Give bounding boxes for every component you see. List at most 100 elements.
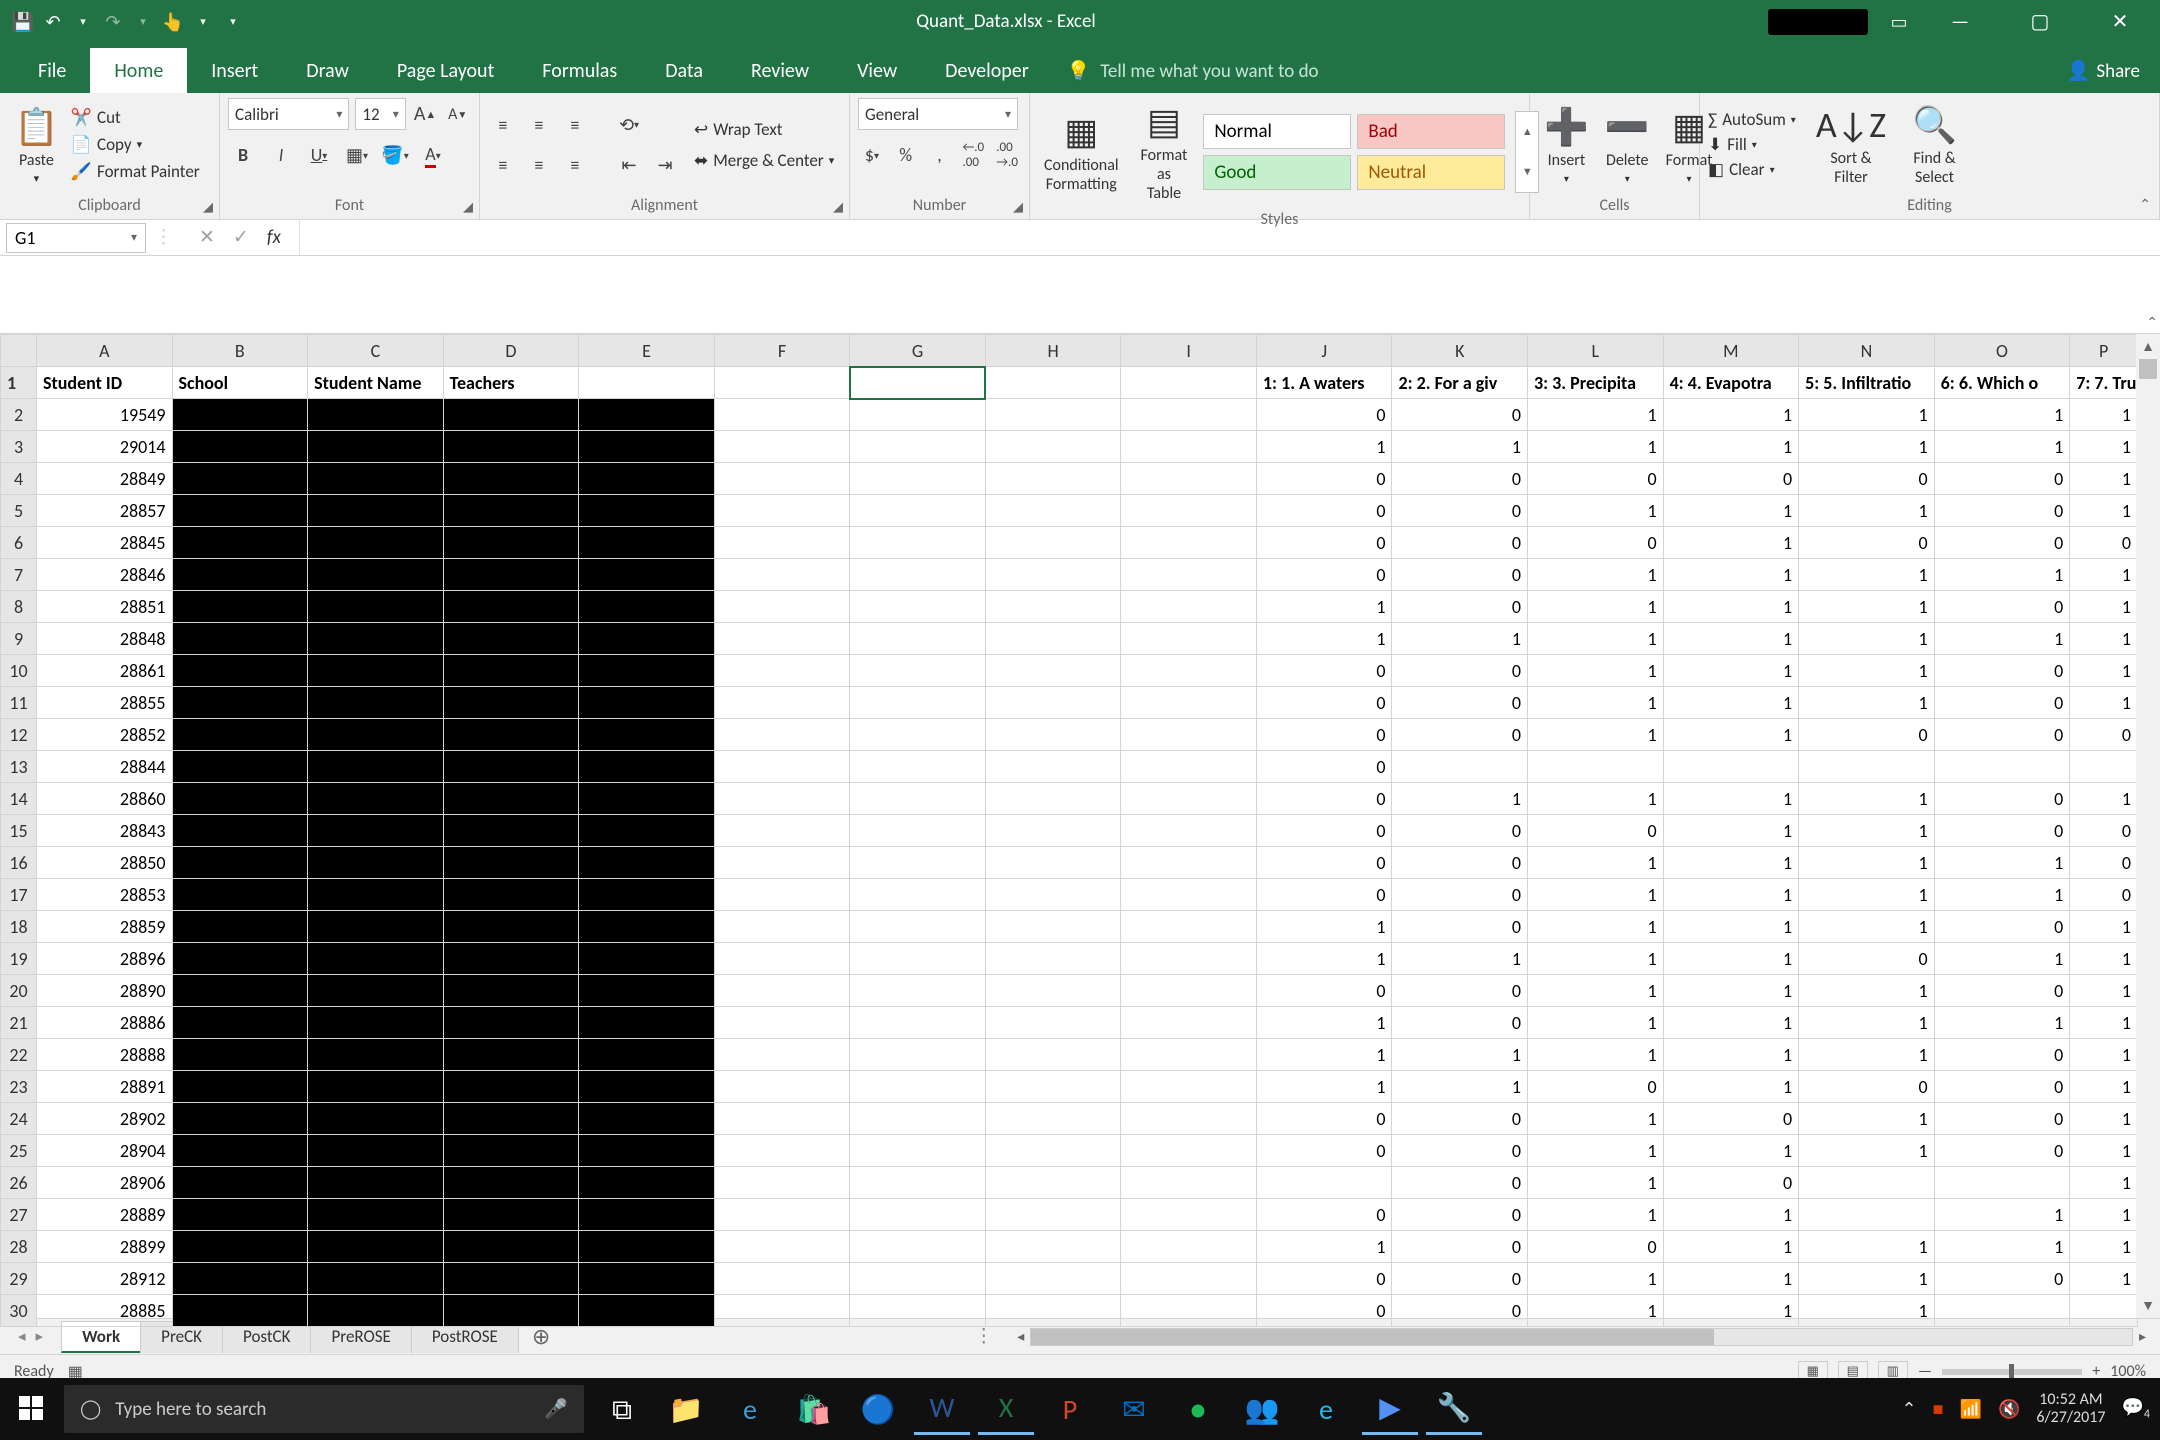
cell-H24[interactable]: [985, 1103, 1121, 1135]
cell-K4[interactable]: 0: [1392, 463, 1528, 495]
cell-A19[interactable]: 28896: [37, 943, 173, 975]
cell-C18[interactable]: [308, 911, 444, 943]
cell-B14[interactable]: [172, 783, 308, 815]
cell-H9[interactable]: [985, 623, 1121, 655]
cell-N7[interactable]: 1: [1799, 559, 1935, 591]
enter-formula-icon[interactable]: ✓: [233, 226, 249, 249]
cell-E24[interactable]: [579, 1103, 715, 1135]
align-left-icon[interactable]: ≡: [488, 150, 518, 180]
cell-G27[interactable]: [850, 1199, 986, 1231]
cell-O8[interactable]: 0: [1934, 591, 2070, 623]
cell-J5[interactable]: 0: [1256, 495, 1392, 527]
cell-E13[interactable]: [579, 751, 715, 783]
cell-G2[interactable]: [850, 399, 986, 431]
cell-G30[interactable]: [850, 1295, 986, 1327]
cell-E30[interactable]: [579, 1295, 715, 1327]
align-top-icon[interactable]: ≡: [488, 110, 518, 140]
row-header-9[interactable]: 9: [1, 623, 37, 655]
cell-O2[interactable]: 1: [1934, 399, 2070, 431]
cell-N30[interactable]: 1: [1799, 1295, 1935, 1327]
tab-data[interactable]: Data: [641, 48, 727, 93]
cell-K1[interactable]: 2: 2. For a giv: [1392, 367, 1528, 399]
cell-H30[interactable]: [985, 1295, 1121, 1327]
cell-P15[interactable]: 0: [2070, 815, 2138, 847]
cell-B6[interactable]: [172, 527, 308, 559]
cell-D21[interactable]: [443, 1007, 579, 1039]
cell-J2[interactable]: 0: [1256, 399, 1392, 431]
cell-N16[interactable]: 1: [1799, 847, 1935, 879]
cell-H25[interactable]: [985, 1135, 1121, 1167]
minimize-button[interactable]: —: [1930, 1, 1990, 43]
cell-H6[interactable]: [985, 527, 1121, 559]
cell-J15[interactable]: 0: [1256, 815, 1392, 847]
cell-C8[interactable]: [308, 591, 444, 623]
cell-H17[interactable]: [985, 879, 1121, 911]
row-header-24[interactable]: 24: [1, 1103, 37, 1135]
task-view-icon[interactable]: ⧉: [594, 1383, 650, 1435]
col-header-B[interactable]: B: [172, 335, 308, 367]
taskbar-file-explorer-icon[interactable]: 📁: [658, 1383, 714, 1435]
qat-customize-icon[interactable]: ▾: [222, 11, 244, 33]
cell-F23[interactable]: [714, 1071, 850, 1103]
close-button[interactable]: ✕: [2090, 1, 2150, 43]
cell-D18[interactable]: [443, 911, 579, 943]
cell-O30[interactable]: [1934, 1295, 2070, 1327]
cell-D7[interactable]: [443, 559, 579, 591]
cell-K8[interactable]: 0: [1392, 591, 1528, 623]
cell-K15[interactable]: 0: [1392, 815, 1528, 847]
cell-K28[interactable]: 0: [1392, 1231, 1528, 1263]
tray-office-icon[interactable]: ■: [1933, 1398, 1944, 1420]
cell-H23[interactable]: [985, 1071, 1121, 1103]
tab-file[interactable]: File: [14, 48, 90, 93]
scroll-down-icon[interactable]: ▼: [2137, 1293, 2159, 1318]
cell-L13[interactable]: [1528, 751, 1664, 783]
cell-G3[interactable]: [850, 431, 986, 463]
cell-J6[interactable]: 0: [1256, 527, 1392, 559]
cell-N22[interactable]: 1: [1799, 1039, 1935, 1071]
cell-B4[interactable]: [172, 463, 308, 495]
cell-E21[interactable]: [579, 1007, 715, 1039]
cell-M16[interactable]: 1: [1663, 847, 1799, 879]
cell-M8[interactable]: 1: [1663, 591, 1799, 623]
cell-O26[interactable]: [1934, 1167, 2070, 1199]
cell-P30[interactable]: [2070, 1295, 2138, 1327]
cell-O27[interactable]: 1: [1934, 1199, 2070, 1231]
taskbar-outlook-icon[interactable]: ✉: [1106, 1383, 1162, 1435]
fill-color-button[interactable]: 🪣▾: [380, 140, 410, 170]
delete-cells-button[interactable]: ➖Delete▾: [1599, 103, 1656, 187]
cell-A1[interactable]: Student ID: [37, 367, 173, 399]
cell-C23[interactable]: [308, 1071, 444, 1103]
cell-E26[interactable]: [579, 1167, 715, 1199]
cell-B20[interactable]: [172, 975, 308, 1007]
cell-I5[interactable]: [1121, 495, 1257, 527]
col-header-G[interactable]: G: [850, 335, 986, 367]
row-header-12[interactable]: 12: [1, 719, 37, 751]
cell-D8[interactable]: [443, 591, 579, 623]
cell-K12[interactable]: 0: [1392, 719, 1528, 751]
conditional-formatting-button[interactable]: ▦Conditional Formatting: [1038, 108, 1125, 196]
cell-J30[interactable]: 0: [1256, 1295, 1392, 1327]
cell-A7[interactable]: 28846: [37, 559, 173, 591]
cell-D20[interactable]: [443, 975, 579, 1007]
cell-O9[interactable]: 1: [1934, 623, 2070, 655]
cell-I11[interactable]: [1121, 687, 1257, 719]
cell-E3[interactable]: [579, 431, 715, 463]
row-header-11[interactable]: 11: [1, 687, 37, 719]
cell-J14[interactable]: 0: [1256, 783, 1392, 815]
cell-D2[interactable]: [443, 399, 579, 431]
cell-M29[interactable]: 1: [1663, 1263, 1799, 1295]
name-box[interactable]: G1▾: [6, 223, 146, 253]
cell-J12[interactable]: 0: [1256, 719, 1392, 751]
cell-I1[interactable]: [1121, 367, 1257, 399]
taskbar-powershell-icon[interactable]: ▶: [1362, 1383, 1418, 1435]
cell-M21[interactable]: 1: [1663, 1007, 1799, 1039]
cell-O10[interactable]: 0: [1934, 655, 2070, 687]
cell-L15[interactable]: 0: [1528, 815, 1664, 847]
taskbar-spotify-icon[interactable]: ●: [1170, 1383, 1226, 1435]
tab-home[interactable]: Home: [90, 48, 187, 93]
cell-O1[interactable]: 6: 6. Which o: [1934, 367, 2070, 399]
cell-C6[interactable]: [308, 527, 444, 559]
col-header-H[interactable]: H: [985, 335, 1121, 367]
cell-P25[interactable]: 1: [2070, 1135, 2138, 1167]
wrap-text-button[interactable]: ↩Wrap Text: [694, 119, 834, 140]
